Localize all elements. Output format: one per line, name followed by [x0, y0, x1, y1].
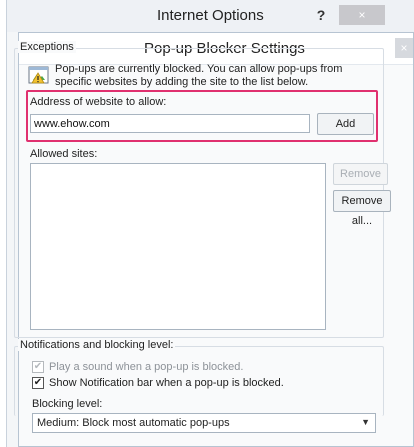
add-button[interactable]: Add: [317, 113, 374, 135]
address-input[interactable]: [30, 114, 310, 133]
blocking-level-select[interactable]: Medium: Block most automatic pop-ups ▼: [32, 413, 376, 433]
notification-bar-row: ✔ Show Notification bar when a pop-up is…: [32, 377, 284, 389]
allowed-sites-label: Allowed sites:: [30, 148, 98, 160]
outer-close-button[interactable]: ×: [339, 5, 385, 25]
blocking-level-label: Blocking level:: [32, 398, 103, 410]
popup-blocked-icon: [28, 66, 49, 84]
address-label: Address of website to allow:: [30, 96, 167, 108]
outer-titlebar: Internet Options ? ×: [7, 0, 414, 32]
blocking-level-value: Medium: Block most automatic pop-ups: [37, 417, 230, 429]
notification-bar-label: Show Notification bar when a pop-up is b…: [49, 377, 284, 389]
remove-button[interactable]: Remove: [333, 163, 388, 185]
remove-all-button[interactable]: Remove all...: [333, 190, 391, 227]
play-sound-checkbox[interactable]: ✔: [32, 361, 44, 373]
help-button[interactable]: ?: [312, 6, 330, 24]
play-sound-row: ✔ Play a sound when a pop-up is blocked.: [32, 361, 243, 373]
chevron-down-icon: ▼: [361, 417, 370, 427]
notifications-legend: Notifications and blocking level:: [18, 339, 176, 351]
allowed-sites-list[interactable]: [30, 163, 326, 330]
notification-bar-checkbox[interactable]: ✔: [32, 377, 44, 389]
play-sound-label: Play a sound when a pop-up is blocked.: [49, 361, 244, 373]
dialog-close-button[interactable]: ×: [395, 38, 413, 58]
outer-window-title: Internet Options: [157, 7, 264, 24]
exceptions-legend: Exceptions: [18, 41, 76, 53]
exceptions-info-text: Pop-ups are currently blocked. You can a…: [55, 63, 343, 88]
